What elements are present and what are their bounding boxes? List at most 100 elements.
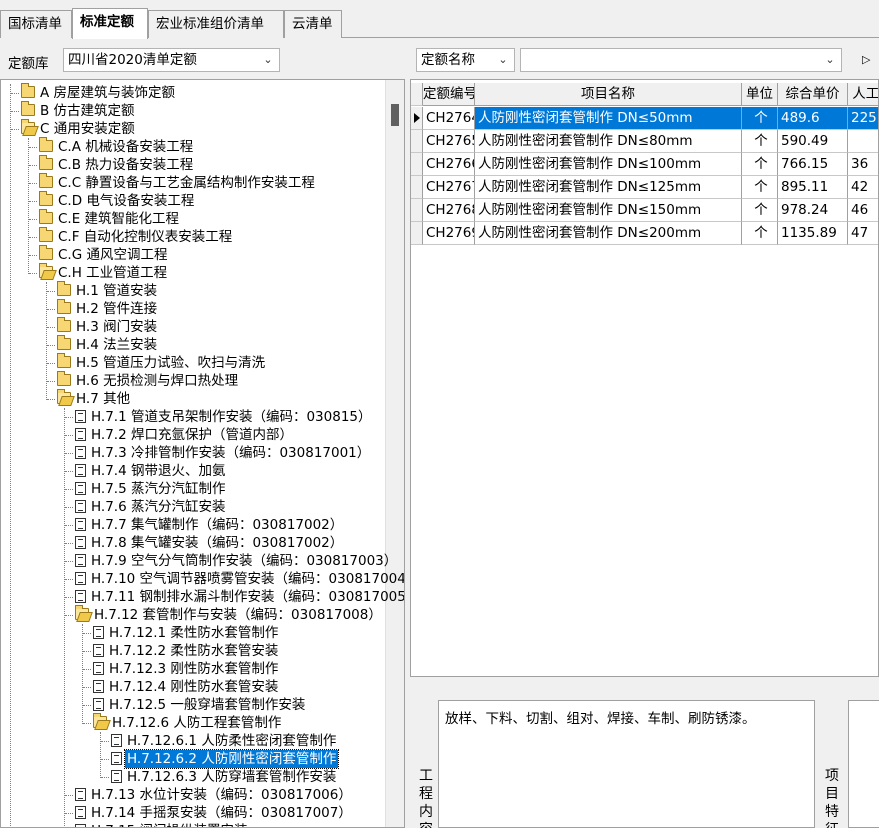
quota-table[interactable]: 定额编号 项目名称 单位 综合单价 人工费 CH2764人防刚性密闭套管制作 D… <box>410 79 879 677</box>
tree-node[interactable]: C.E 建筑智能化工程 <box>29 209 181 228</box>
row-indicator[interactable] <box>411 130 423 153</box>
work-content-box[interactable]: 放样、下料、切割、组对、焊接、车制、刷防锈漆。 <box>438 700 815 828</box>
cell-unit[interactable]: 个 <box>742 107 778 130</box>
tree-node[interactable]: H.7 其他 <box>47 389 132 408</box>
tab-national-list[interactable]: 国标清单 <box>0 10 72 38</box>
tree-node[interactable]: H.7.8 集气罐安装（编码：030817002） <box>65 534 345 552</box>
tree-node[interactable]: C 通用安装定额 <box>11 119 137 138</box>
cell-name[interactable]: 人防刚性密闭套管制作 DN≤50mm <box>475 107 742 130</box>
cell-price[interactable]: 978.24 <box>778 199 848 222</box>
tab-cloud-list[interactable]: 云清单 <box>284 10 342 38</box>
cell-labor[interactable]: 42 <box>848 176 878 199</box>
tree-node[interactable]: C.H 工业管道工程 <box>29 263 169 282</box>
feature-box[interactable] <box>848 700 879 828</box>
cell-code[interactable]: CH2764 <box>423 107 475 130</box>
cell-labor[interactable]: 47 <box>848 222 878 245</box>
table-row[interactable]: CH2766 人防刚性密闭套管制作 DN≤100mm 个 766.15 36 <box>411 153 878 176</box>
tree-node[interactable]: C.A 机械设备安装工程 <box>29 137 195 156</box>
tab-hongye-list[interactable]: 宏业标准组价清单 <box>148 10 284 38</box>
cell-code[interactable]: CH2767 <box>423 176 475 199</box>
tree-node[interactable]: H.7.12.6.1 人防柔性密闭套管制作 <box>101 732 338 750</box>
table-row[interactable]: CH2769 人防刚性密闭套管制作 DN≤200mm 个 1135.89 47 <box>411 222 878 245</box>
tree-node[interactable]: A 房屋建筑与装饰定额 <box>11 83 177 102</box>
tree-node[interactable]: H.7.12.6.2 人防刚性密闭套管制作 <box>101 749 340 769</box>
cell-labor[interactable]: 225 <box>848 107 878 130</box>
field-select[interactable]: 定额名称 ⌄ <box>416 48 515 72</box>
cell-unit[interactable]: 个 <box>742 153 778 176</box>
library-select[interactable]: 四川省2020清单定额 ⌄ <box>63 48 280 72</box>
col-labor-header[interactable]: 人工费 <box>848 83 878 106</box>
tree-node[interactable]: H.7.1 管道支吊架制作安装（编码：030815） <box>65 408 374 426</box>
toolbar-action-icon[interactable]: ▷ <box>862 49 879 71</box>
tree-scrollbar-thumb[interactable] <box>391 104 399 126</box>
tree-node[interactable]: H.7.12.5 一般穿墙套管制作安装 <box>83 696 307 714</box>
tree-node[interactable]: H.7.9 空气分气筒制作安装（编码：030817003） <box>65 552 399 570</box>
cell-unit[interactable]: 个 <box>742 222 778 245</box>
quota-tree[interactable]: A 房屋建筑与装饰定额 B 仿古建筑定额 C 通用安装定额 C.A 机械设备安装工程 C… <box>0 79 405 828</box>
tree-node[interactable]: B 仿古建筑定额 <box>11 101 137 120</box>
cell-name[interactable]: 人防刚性密闭套管制作 DN≤100mm <box>475 153 742 176</box>
tree-node[interactable]: C.F 自动化控制仪表安装工程 <box>29 227 234 246</box>
tree-node[interactable]: H.2 管件连接 <box>47 299 159 318</box>
tree-node[interactable]: H.7.4 钢带退火、加氨 <box>65 462 227 480</box>
col-price-header[interactable]: 综合单价 <box>778 83 848 106</box>
cell-name[interactable]: 人防刚性密闭套管制作 DN≤150mm <box>475 199 742 222</box>
table-row[interactable]: CH2765 人防刚性密闭套管制作 DN≤80mm 个 590.49 <box>411 130 878 153</box>
cell-code[interactable]: CH2765 <box>423 130 475 153</box>
tree-node[interactable]: C.D 电气设备安装工程 <box>29 191 196 210</box>
tree-node[interactable]: H.7.5 蒸汽分汽缸制作 <box>65 480 227 498</box>
tree-node[interactable]: H.1 管道安装 <box>47 281 159 300</box>
tree-node[interactable]: H.7.15 阀门操纵装置安装 <box>65 822 250 827</box>
tree-node[interactable]: H.7.12.2 柔性防水套管安装 <box>83 642 280 660</box>
tree-node[interactable]: H.7.6 蒸汽分汽缸安装 <box>65 498 227 516</box>
search-combo[interactable]: ⌄ <box>520 48 842 72</box>
cell-price[interactable]: 766.15 <box>778 153 848 176</box>
cell-unit[interactable]: 个 <box>742 176 778 199</box>
tree-node[interactable]: H.7.14 手摇泵安装（编码：030817007） <box>65 804 354 822</box>
tree-node[interactable]: H.7.12.1 柔性防水套管制作 <box>83 624 280 642</box>
cell-price[interactable]: 590.49 <box>778 130 848 153</box>
tree-node[interactable]: H.7.3 冷排管制作安装（编码：030817001） <box>65 444 372 462</box>
table-row[interactable]: CH2764 人防刚性密闭套管制作 DN≤50mm 个 489.6 225 <box>411 107 878 130</box>
tree-node[interactable]: H.7.7 集气罐制作（编码：030817002） <box>65 516 345 534</box>
cell-price[interactable]: 1135.89 <box>778 222 848 245</box>
tree-node[interactable]: H.7.13 水位计安装（编码：030817006） <box>65 786 354 804</box>
tree-node[interactable]: H.7.2 焊口充氩保护（管道内部） <box>65 426 295 444</box>
cell-unit[interactable]: 个 <box>742 130 778 153</box>
table-row[interactable]: CH2768 人防刚性密闭套管制作 DN≤150mm 个 978.24 46 <box>411 199 878 222</box>
tree-node[interactable]: C.B 热力设备安装工程 <box>29 155 195 174</box>
cell-code[interactable]: CH2766 <box>423 153 475 176</box>
tree-node[interactable]: H.7.12 套管制作与安装（编码：030817008） <box>65 605 384 624</box>
cell-labor[interactable]: 36 <box>848 153 878 176</box>
tree-node[interactable]: H.3 阀门安装 <box>47 317 159 336</box>
row-indicator[interactable] <box>411 176 423 199</box>
col-code-header[interactable]: 定额编号 <box>423 83 475 106</box>
tree-node[interactable]: H.4 法兰安装 <box>47 335 159 354</box>
tree-node[interactable]: H.7.12.6 人防工程套管制作 <box>83 713 283 732</box>
row-indicator[interactable] <box>411 153 423 176</box>
row-indicator[interactable] <box>411 199 423 222</box>
cell-name[interactable]: 人防刚性密闭套管制作 DN≤200mm <box>475 222 742 245</box>
cell-labor[interactable] <box>848 130 878 153</box>
tree-node[interactable]: C.C 静置设备与工艺金属结构制作安装工程 <box>29 173 317 192</box>
cell-code[interactable]: CH2768 <box>423 199 475 222</box>
tree-node[interactable]: H.7.12.4 刚性防水套管安装 <box>83 678 280 696</box>
tree-node[interactable]: H.6 无损检测与焊口热处理 <box>47 371 240 390</box>
cell-name[interactable]: 人防刚性密闭套管制作 DN≤125mm <box>475 176 742 199</box>
col-name-header[interactable]: 项目名称 <box>475 83 742 106</box>
col-unit-header[interactable]: 单位 <box>742 83 778 106</box>
row-indicator[interactable] <box>411 107 423 130</box>
cell-name[interactable]: 人防刚性密闭套管制作 DN≤80mm <box>475 130 742 153</box>
tree-node[interactable]: H.7.10 空气调节器喷雾管安装（编码：030817004） <box>65 570 404 588</box>
tab-standard-quota[interactable]: 标准定额 <box>72 8 148 39</box>
tree-node[interactable]: H.7.11 钢制排水漏斗制作安装（编码：030817005） <box>65 588 404 606</box>
tree-scrollbar[interactable] <box>385 80 404 827</box>
tree-node[interactable]: H.7.12.6.3 人防穿墙套管制作安装 <box>101 768 338 786</box>
cell-price[interactable]: 489.6 <box>778 107 848 130</box>
row-indicator[interactable] <box>411 222 423 245</box>
tree-node[interactable]: H.5 管道压力试验、吹扫与清洗 <box>47 353 267 372</box>
cell-price[interactable]: 895.11 <box>778 176 848 199</box>
cell-labor[interactable]: 46 <box>848 199 878 222</box>
cell-code[interactable]: CH2769 <box>423 222 475 245</box>
tree-node[interactable]: H.7.12.3 刚性防水套管制作 <box>83 660 280 678</box>
